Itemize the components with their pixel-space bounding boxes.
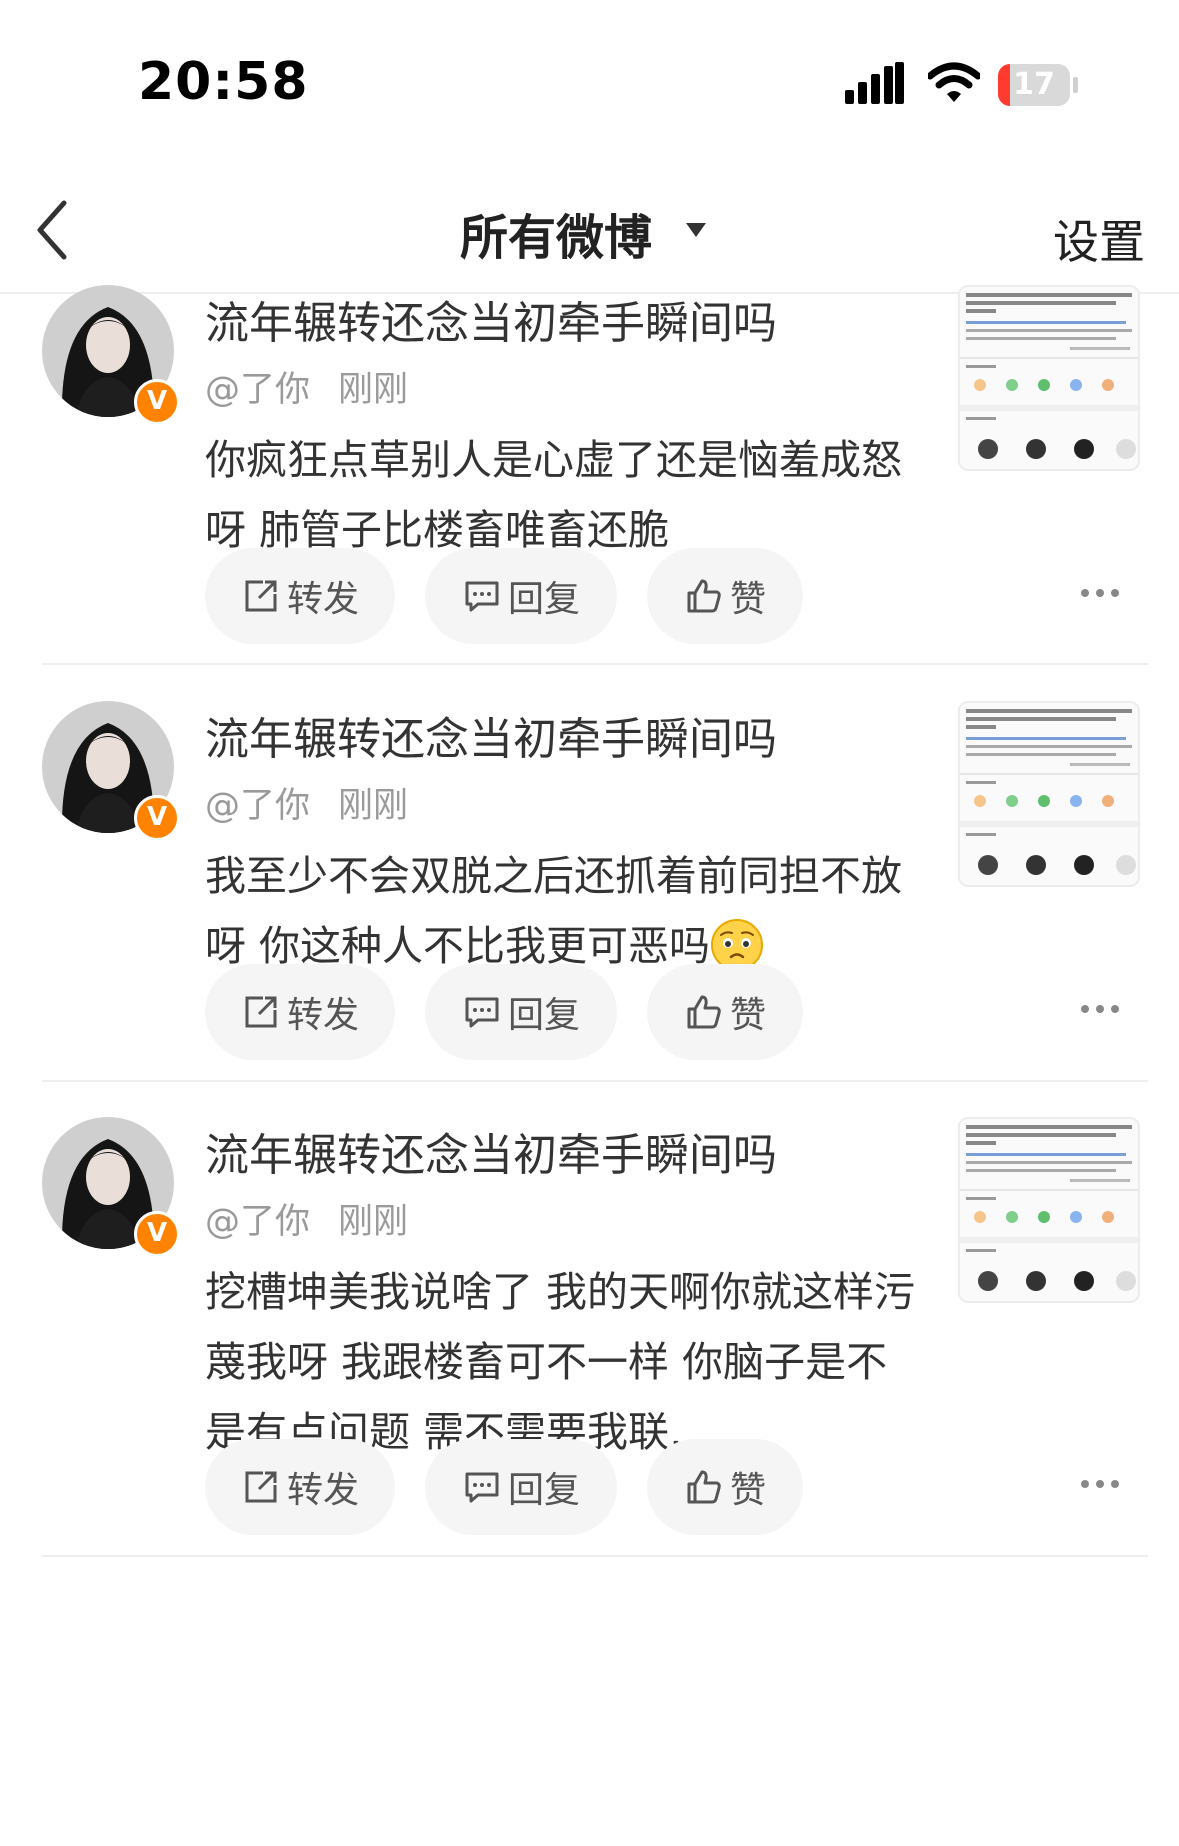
post-meta: @了你 刚刚 <box>205 1193 408 1244</box>
repost-icon <box>245 580 277 612</box>
more-options-icon[interactable] <box>1080 586 1120 600</box>
post-text[interactable]: 你疯狂点草别人是心虚了还是恼羞成怒呀 肺管子比楼畜唯畜还脆 <box>205 425 925 565</box>
post-handle[interactable]: @了你 <box>205 1202 310 1242</box>
feed-filter-title[interactable]: 所有微博 <box>460 198 652 268</box>
verified-badge-icon: V <box>134 795 180 841</box>
wifi-icon <box>928 62 980 102</box>
battery-icon: 17 <box>998 64 1078 106</box>
repost-icon <box>245 1471 277 1503</box>
post-divider <box>42 1080 1148 1082</box>
post-handle[interactable]: @了你 <box>205 370 310 410</box>
post-actions: 转发 回复 赞 <box>205 548 1135 644</box>
post-time: 刚刚 <box>338 370 409 410</box>
post-time: 刚刚 <box>338 1202 409 1242</box>
thumbs-up-icon <box>687 995 721 1029</box>
verified-badge-icon: V <box>134 1211 180 1257</box>
post-text-content: 挖槽坤美我说啥了 我的天啊你就这样污蔑我呀 我跟楼畜可不一样 你脑子是不是有点问… <box>205 1268 916 1456</box>
verified-badge-icon: V <box>134 379 180 425</box>
comment-icon <box>465 1472 499 1503</box>
post-text-content: 你疯狂点草别人是心虚了还是恼羞成怒呀 肺管子比楼畜唯畜还脆 <box>205 436 902 554</box>
post-time: 刚刚 <box>338 786 409 826</box>
post-divider <box>42 663 1148 665</box>
post-image-thumbnail[interactable] <box>958 285 1140 471</box>
battery-level: 17 <box>1013 67 1055 102</box>
post-actions: 转发 回复 赞 <box>205 1439 1135 1535</box>
caret-down-icon[interactable] <box>684 220 708 240</box>
post-image-thumbnail[interactable] <box>958 1117 1140 1303</box>
reply-label: 回复 <box>507 995 580 1036</box>
repost-button[interactable]: 转发 <box>205 548 395 644</box>
status-time: 20:58 <box>138 52 309 112</box>
reply-button[interactable]: 回复 <box>425 964 617 1060</box>
reply-label: 回复 <box>507 579 580 620</box>
repost-label: 转发 <box>286 995 359 1036</box>
repost-label: 转发 <box>286 579 359 620</box>
like-label: 赞 <box>729 995 766 1036</box>
more-options-icon[interactable] <box>1080 1002 1120 1016</box>
post-text-content: 我至少不会双脱之后还抓着前同担不放呀 你这种人不比我更可恶吗 <box>205 852 902 970</box>
post-author-name[interactable]: 流年辗转还念当初牵手瞬间吗 <box>205 287 777 351</box>
post-divider <box>42 1555 1148 1557</box>
reply-button[interactable]: 回复 <box>425 1439 617 1535</box>
post-text[interactable]: 我至少不会双脱之后还抓着前同担不放呀 你这种人不比我更可恶吗 <box>205 841 925 981</box>
cellular-signal-icon <box>845 62 904 104</box>
post-handle[interactable]: @了你 <box>205 786 310 826</box>
like-button[interactable]: 赞 <box>647 1439 803 1535</box>
like-label: 赞 <box>729 579 766 620</box>
comment-icon <box>465 581 499 612</box>
post-actions: 转发 回复 赞 <box>205 964 1135 1060</box>
comment-icon <box>465 997 499 1028</box>
post-author-name[interactable]: 流年辗转还念当初牵手瞬间吗 <box>205 1119 777 1183</box>
repost-label: 转发 <box>286 1470 359 1511</box>
post-author-name[interactable]: 流年辗转还念当初牵手瞬间吗 <box>205 703 777 767</box>
repost-icon <box>245 996 277 1028</box>
post-meta: @了你 刚刚 <box>205 361 408 412</box>
like-button[interactable]: 赞 <box>647 964 803 1060</box>
thumbs-up-icon <box>687 579 721 613</box>
repost-button[interactable]: 转发 <box>205 1439 395 1535</box>
back-arrow-icon[interactable] <box>30 195 80 265</box>
more-options-icon[interactable] <box>1080 1477 1120 1491</box>
status-bar: 20:58 17 <box>0 0 1179 170</box>
settings-button[interactable]: 设置 <box>1053 206 1145 272</box>
post-meta: @了你 刚刚 <box>205 777 408 828</box>
thumbs-up-icon <box>687 1470 721 1504</box>
nav-bar: 所有微博 设置 <box>0 170 1179 294</box>
post-image-thumbnail[interactable] <box>958 701 1140 887</box>
like-label: 赞 <box>729 1470 766 1511</box>
repost-button[interactable]: 转发 <box>205 964 395 1060</box>
like-button[interactable]: 赞 <box>647 548 803 644</box>
post-text[interactable]: 挖槽坤美我说啥了 我的天啊你就这样污蔑我呀 我跟楼畜可不一样 你脑子是不是有点问… <box>205 1257 925 1467</box>
reply-label: 回复 <box>507 1470 580 1511</box>
reply-button[interactable]: 回复 <box>425 548 617 644</box>
